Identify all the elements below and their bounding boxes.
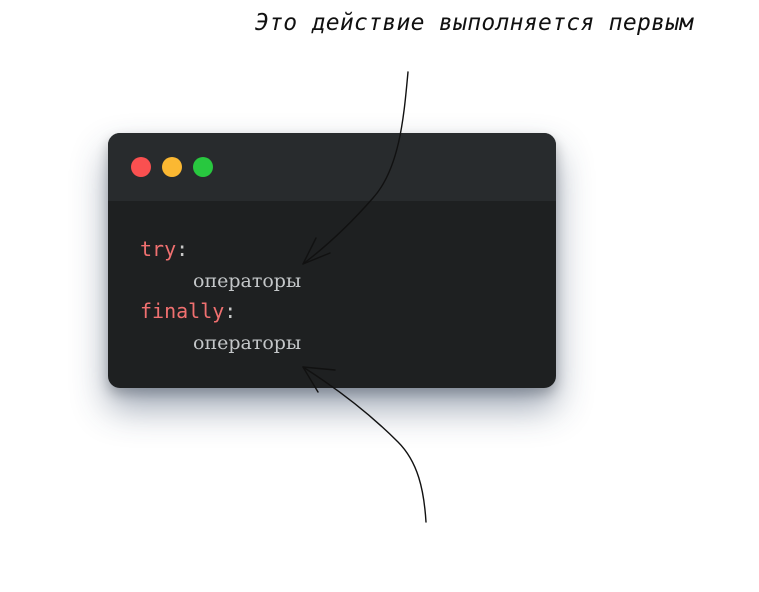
code-window: try: операторы finally: операторы [108, 133, 556, 388]
keyword-finally: finally [140, 299, 225, 323]
window-titlebar [108, 133, 556, 201]
code-line-finally-body: операторы [193, 332, 301, 354]
code-line-try-body: операторы [193, 270, 301, 292]
annotation-first-action: Это действие выполняется первым [255, 10, 694, 36]
finally-colon: : [224, 299, 237, 323]
close-window-dot[interactable] [131, 157, 151, 177]
code-line-finally: finally: [140, 299, 236, 323]
code-area: try: операторы finally: операторы [108, 201, 556, 388]
code-line-try: try: [140, 237, 188, 261]
keyword-try: try [140, 237, 177, 261]
try-colon: : [176, 237, 189, 261]
finally-statements: операторы [193, 332, 302, 354]
minimize-window-dot[interactable] [162, 157, 182, 177]
arrow-bottom-line [302, 366, 427, 523]
maximize-window-dot[interactable] [193, 157, 213, 177]
try-statements: операторы [193, 270, 302, 292]
